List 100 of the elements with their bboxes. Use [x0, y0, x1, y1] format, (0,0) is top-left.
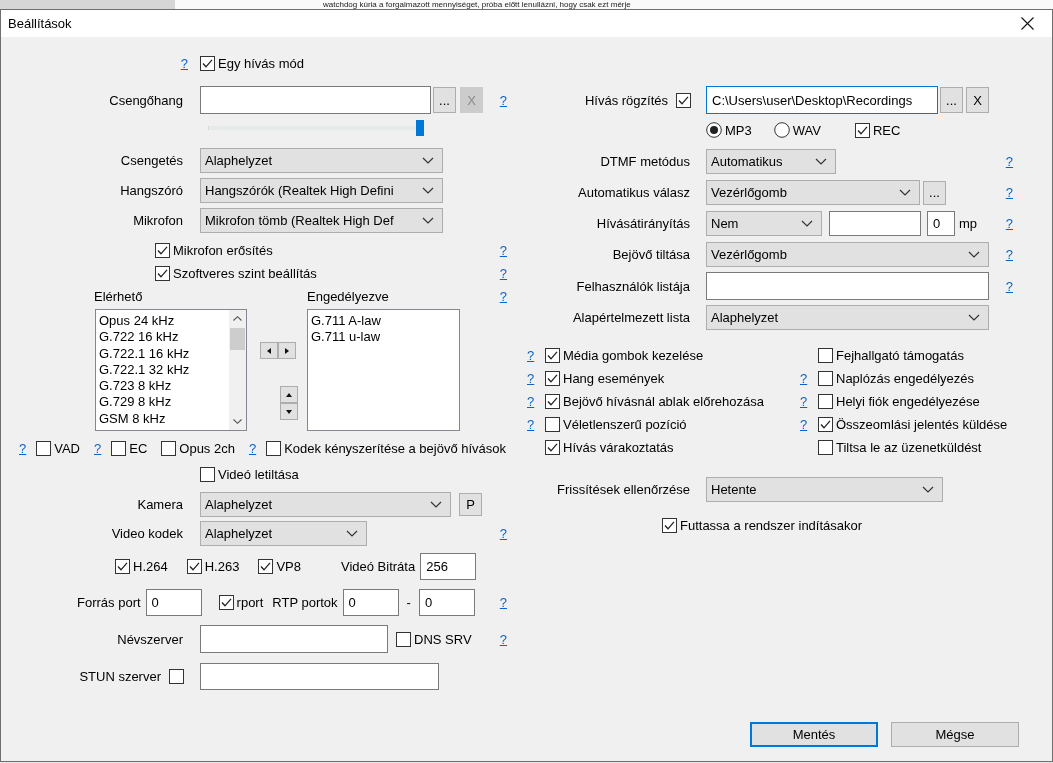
- text-field[interactable]: [829, 211, 921, 236]
- browse-button[interactable]: ...: [433, 87, 456, 113]
- help-link[interactable]: ?: [800, 416, 808, 432]
- checkbox[interactable]: [258, 559, 274, 574]
- checkbox[interactable]: [545, 370, 560, 386]
- dropdown[interactable]: Alaphelyzet: [200, 148, 443, 173]
- help-link[interactable]: ?: [94, 440, 102, 456]
- scrollbar[interactable]: [229, 310, 246, 430]
- text-field[interactable]: 0: [342, 589, 399, 616]
- move-down-button[interactable]: [280, 403, 298, 420]
- options-button[interactable]: ...: [923, 180, 946, 205]
- checkbox[interactable]: [818, 393, 833, 409]
- move-up-button[interactable]: [280, 386, 298, 403]
- checkbox-label[interactable]: Szoftveres szint beállítás: [173, 265, 317, 281]
- checkbox-label[interactable]: Összeomlási jelentés küldése: [836, 416, 1008, 432]
- radio-label[interactable]: WAV: [792, 122, 821, 138]
- help-link[interactable]: ?: [499, 526, 507, 541]
- help-link[interactable]: ?: [1005, 247, 1013, 262]
- camera-options-button[interactable]: P: [459, 493, 482, 516]
- checkbox[interactable]: [545, 393, 560, 409]
- list-item[interactable]: G.723 8 kHz: [98, 378, 227, 395]
- checkbox[interactable]: [186, 559, 202, 574]
- checkbox-label[interactable]: VAD: [54, 440, 80, 456]
- help-link[interactable]: ?: [1005, 154, 1013, 169]
- list-item[interactable]: G.722.1 16 kHz: [98, 345, 227, 362]
- checkbox[interactable]: [169, 669, 184, 684]
- help-link[interactable]: ?: [499, 631, 507, 647]
- dropdown[interactable]: Hetente: [706, 477, 943, 502]
- checkbox-label[interactable]: Tiltsa le az üzenetküldést: [836, 439, 982, 455]
- checkbox[interactable]: [818, 439, 833, 455]
- checkbox[interactable]: [545, 416, 560, 432]
- dropdown[interactable]: Vezérlőgomb: [706, 180, 920, 205]
- list-item[interactable]: G.722 16 kHz: [98, 329, 227, 346]
- help-link[interactable]: ?: [800, 393, 808, 409]
- list-item[interactable]: G.711 A-law: [310, 313, 457, 330]
- checkbox[interactable]: [111, 440, 127, 456]
- chevron-up-icon[interactable]: [233, 316, 242, 321]
- checkbox[interactable]: [115, 559, 130, 574]
- list-item[interactable]: G.722.1 32 kHz: [98, 361, 227, 379]
- checkbox-label[interactable]: Fejhallgató támogatás: [836, 347, 964, 363]
- dialog-button[interactable]: Mégse: [891, 722, 1019, 747]
- checkbox-label[interactable]: rport: [236, 595, 264, 610]
- checkbox[interactable]: [161, 440, 177, 456]
- help-link[interactable]: ?: [499, 595, 507, 610]
- text-field[interactable]: 0: [927, 211, 955, 236]
- checkbox-label[interactable]: EC: [129, 440, 148, 456]
- list-item[interactable]: G.711 u-law: [310, 329, 457, 346]
- help-link[interactable]: ?: [19, 440, 27, 456]
- checkbox[interactable]: [155, 265, 170, 281]
- checkbox-label[interactable]: Hang események: [563, 370, 665, 386]
- checkbox-label[interactable]: H.264: [133, 559, 168, 574]
- checkbox[interactable]: [676, 92, 691, 108]
- checkbox[interactable]: [545, 347, 560, 363]
- dropdown[interactable]: Mikrofon tömb (Realtek High Def: [200, 208, 443, 233]
- checkbox-label[interactable]: Kodek kényszerítése a bejövő hívások: [284, 440, 507, 456]
- checkbox-label[interactable]: Videó letiltása: [218, 466, 299, 482]
- help-link[interactable]: ?: [180, 55, 188, 71]
- chevron-down-icon[interactable]: [233, 419, 242, 424]
- text-field[interactable]: 0: [145, 589, 202, 616]
- text-field[interactable]: 256: [420, 553, 477, 580]
- dropdown[interactable]: Alaphelyzet: [200, 492, 451, 517]
- checkbox-label[interactable]: Futtassa a rendszer indításakor: [680, 517, 863, 533]
- text-field[interactable]: C:\Users\user\Desktop\Recordings: [706, 86, 938, 114]
- help-link[interactable]: ?: [1005, 216, 1013, 231]
- help-link[interactable]: ?: [499, 92, 507, 108]
- help-link[interactable]: ?: [527, 416, 535, 432]
- close-icon[interactable]: [1021, 17, 1034, 30]
- checkbox-label[interactable]: Mikrofon erősítés: [173, 242, 273, 258]
- checkbox-label[interactable]: REC: [872, 122, 901, 138]
- checkbox[interactable]: [266, 440, 282, 456]
- dropdown[interactable]: Alaphelyzet: [706, 305, 989, 330]
- checkbox-label[interactable]: Egy hívás mód: [218, 55, 304, 71]
- checkbox[interactable]: [36, 440, 52, 456]
- checkbox-label[interactable]: H.263: [204, 559, 240, 574]
- help-link[interactable]: ?: [499, 265, 507, 281]
- checkbox[interactable]: [854, 122, 870, 138]
- scrollbar-thumb[interactable]: [230, 328, 245, 350]
- checkbox[interactable]: [218, 595, 234, 610]
- checkbox[interactable]: [818, 416, 833, 432]
- move-right-button[interactable]: [278, 342, 296, 359]
- checkbox[interactable]: [396, 631, 411, 647]
- checkbox-label[interactable]: Hívás várakoztatás: [563, 439, 674, 455]
- text-field[interactable]: 0: [418, 589, 475, 616]
- help-link[interactable]: ?: [499, 288, 507, 304]
- checkbox[interactable]: [200, 55, 215, 71]
- list-item[interactable]: G.729 8 kHz: [98, 394, 227, 411]
- radio-button[interactable]: [706, 122, 722, 138]
- checkbox-label[interactable]: Helyi fiók engedélyezése: [836, 393, 980, 409]
- checkbox-label[interactable]: Média gombok kezelése: [563, 347, 704, 363]
- slider-thumb[interactable]: [416, 120, 424, 136]
- help-link[interactable]: ?: [248, 440, 257, 456]
- help-link[interactable]: ?: [527, 347, 535, 363]
- list-item[interactable]: GSM 8 kHz: [98, 410, 227, 427]
- radio-label[interactable]: MP3: [725, 122, 752, 138]
- checkbox[interactable]: [200, 466, 215, 482]
- text-field[interactable]: [706, 272, 989, 300]
- dropdown[interactable]: Vezérlőgomb: [706, 242, 989, 267]
- list-item[interactable]: Opus 24 kHz: [98, 313, 227, 330]
- checkbox-label[interactable]: VP8: [276, 559, 301, 574]
- help-link[interactable]: ?: [527, 370, 535, 386]
